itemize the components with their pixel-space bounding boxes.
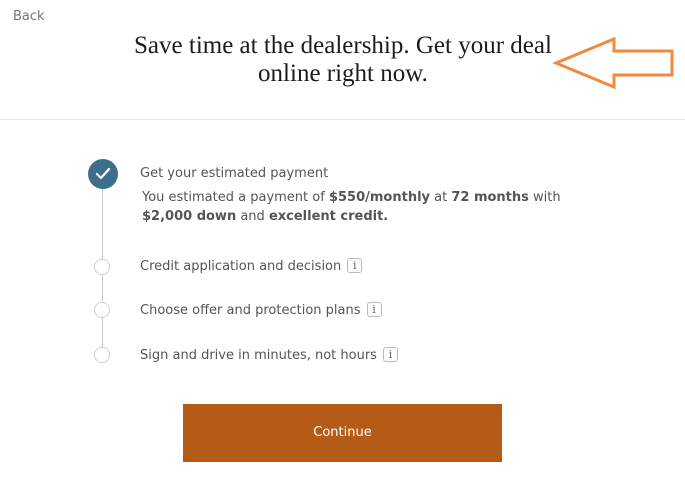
step-4-title: Sign and drive in minutes, not hours — [140, 348, 377, 363]
step-pending-indicator — [94, 259, 110, 275]
step-pending-indicator — [94, 302, 110, 318]
loan-term-value: 72 months — [451, 190, 529, 205]
page-headline: Save time at the dealership. Get your de… — [134, 32, 552, 87]
estimated-payment-value: $550/monthly — [328, 190, 430, 205]
desc-text: and — [236, 209, 269, 224]
info-icon[interactable]: i — [366, 302, 382, 317]
header-divider — [0, 119, 685, 120]
left-arrow-annotation-icon — [552, 36, 674, 90]
step-pending-indicator — [94, 347, 110, 363]
back-link[interactable]: Back — [13, 9, 45, 24]
step-1-title: Get your estimated payment — [140, 166, 329, 181]
down-payment-value: $2,000 down — [142, 209, 237, 224]
step-3-title: Choose offer and protection plans — [140, 303, 361, 318]
credit-rating-value: excellent credit. — [268, 209, 389, 224]
info-icon[interactable]: i — [382, 347, 398, 362]
step-2-row: Credit application and decision i — [140, 258, 363, 274]
step-4-row: Sign and drive in minutes, not hours i — [140, 347, 398, 363]
desc-text: You estimated a payment of — [142, 190, 329, 205]
checkmark-icon — [95, 167, 111, 180]
desc-text: with — [528, 190, 561, 205]
step-1-description: You estimated a payment of $550/monthly … — [142, 188, 582, 226]
desc-text: at — [430, 190, 452, 205]
step-completed-indicator — [88, 159, 118, 189]
page: Back Save time at the dealership. Get yo… — [0, 0, 685, 484]
step-2-title: Credit application and decision — [140, 259, 342, 274]
info-icon[interactable]: i — [347, 258, 363, 273]
continue-button[interactable]: Continue — [183, 404, 502, 462]
step-3-row: Choose offer and protection plans i — [140, 302, 382, 318]
